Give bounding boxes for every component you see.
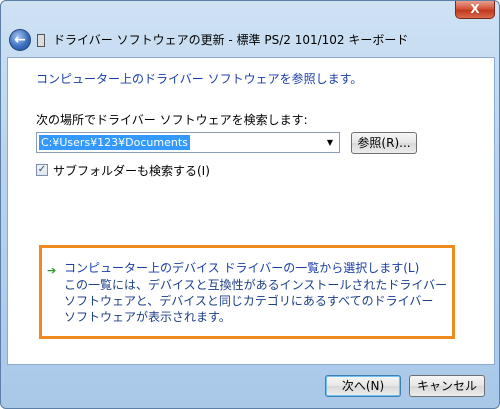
content-panel: コンピューター上のドライバー ソフトウェアを参照します。 次の場所でドライバー … <box>7 57 495 365</box>
back-button[interactable]: ← <box>9 29 31 51</box>
green-arrow-icon: ➔ <box>47 264 57 277</box>
title-bar: ← ドライバー ソフトウェアの更新 - 標準 PS/2 101/102 キーボー… <box>7 23 495 57</box>
page-heading: コンピューター上のドライバー ソフトウェアを参照します。 <box>36 72 363 86</box>
pick-from-list-description: この一覧には、デバイスと互換性があるインストールされたドライバー ソフトウェアと… <box>64 278 448 324</box>
next-button[interactable]: 次へ(N) <box>325 375 401 397</box>
highlighted-option-box: ➔ コンピューター上のデバイス ドライバーの一覧から選択します(L) この一覧に… <box>39 245 455 339</box>
search-location-label: 次の場所でドライバー ソフトウェアを検索します: <box>36 113 308 127</box>
device-icon <box>37 34 45 47</box>
cancel-button[interactable]: キャンセル <box>409 375 485 397</box>
pick-from-list-link[interactable]: コンピューター上のデバイス ドライバーの一覧から選択します(L) <box>64 259 419 276</box>
browse-button[interactable]: 参照(R)... <box>351 132 417 154</box>
dialog-window: X ← ドライバー ソフトウェアの更新 - 標準 PS/2 101/102 キー… <box>0 0 500 409</box>
path-combobox[interactable]: C:¥Users¥123¥Documents ▼ <box>36 132 340 153</box>
include-subfolders-checkbox[interactable]: ✓ <box>36 164 48 176</box>
include-subfolders-label[interactable]: サブフォルダーも検索する(I) <box>53 162 210 179</box>
close-button[interactable]: X <box>455 1 495 19</box>
footer-bar: 次へ(N) キャンセル <box>7 365 495 405</box>
path-input[interactable]: C:¥Users¥123¥Documents <box>39 135 190 150</box>
dropdown-arrow-icon[interactable]: ▼ <box>323 134 337 151</box>
window-title: ドライバー ソフトウェアの更新 - 標準 PS/2 101/102 キーボード <box>53 33 409 47</box>
